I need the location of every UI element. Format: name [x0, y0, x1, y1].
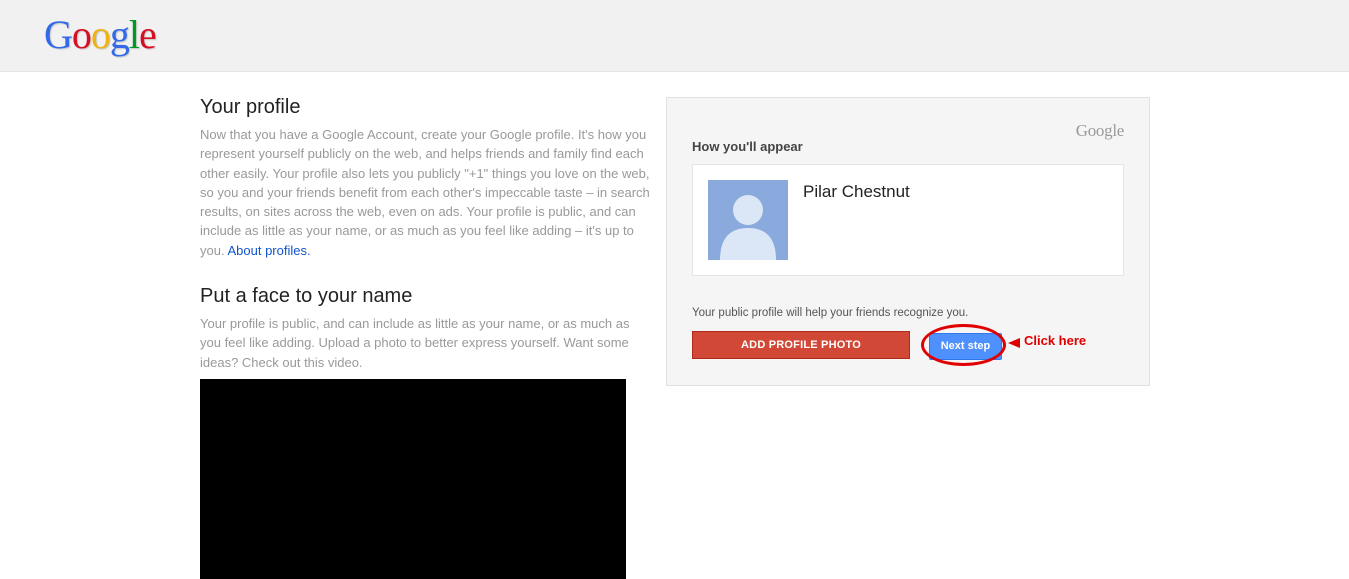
helper-text: Your public profile will help your frien…	[692, 307, 969, 319]
profile-description-text: Now that you have a Google Account, crea…	[200, 127, 650, 258]
logo-letter: e	[139, 12, 157, 57]
card-title: How you'll appear	[692, 139, 803, 154]
card-google-logo: Google	[1075, 121, 1125, 140]
click-here-annotation: Click here	[1024, 333, 1087, 348]
person-silhouette-icon	[720, 195, 776, 260]
video-player[interactable]	[200, 379, 626, 579]
face-heading: Put a face to your name	[200, 285, 413, 308]
logo-letter: l	[128, 12, 140, 57]
logo-letter: o	[90, 12, 111, 57]
face-description: Your profile is public, and can include …	[200, 316, 630, 370]
profile-name: Pilar Chestnut	[803, 182, 910, 201]
profile-preview: Pilar Chestnut	[692, 164, 1124, 276]
pointer-arrow-icon	[1008, 338, 1020, 348]
avatar-placeholder-icon	[708, 180, 788, 260]
logo-letter: g	[109, 12, 130, 57]
logo-letter: o	[71, 12, 92, 57]
add-profile-photo-button[interactable]: Add profile photo	[692, 331, 910, 359]
profile-description: Now that you have a Google Account, crea…	[200, 125, 650, 260]
left-column: Your profile Now that you have a Google …	[200, 94, 650, 372]
logo-letter: G	[44, 12, 73, 57]
next-step-button[interactable]: Next step	[929, 333, 1002, 360]
google-logo[interactable]: Google	[44, 11, 157, 59]
profile-heading: Your profile	[200, 96, 301, 118]
top-header: Google	[0, 0, 1349, 72]
about-profiles-link[interactable]: About profiles.	[227, 243, 310, 258]
